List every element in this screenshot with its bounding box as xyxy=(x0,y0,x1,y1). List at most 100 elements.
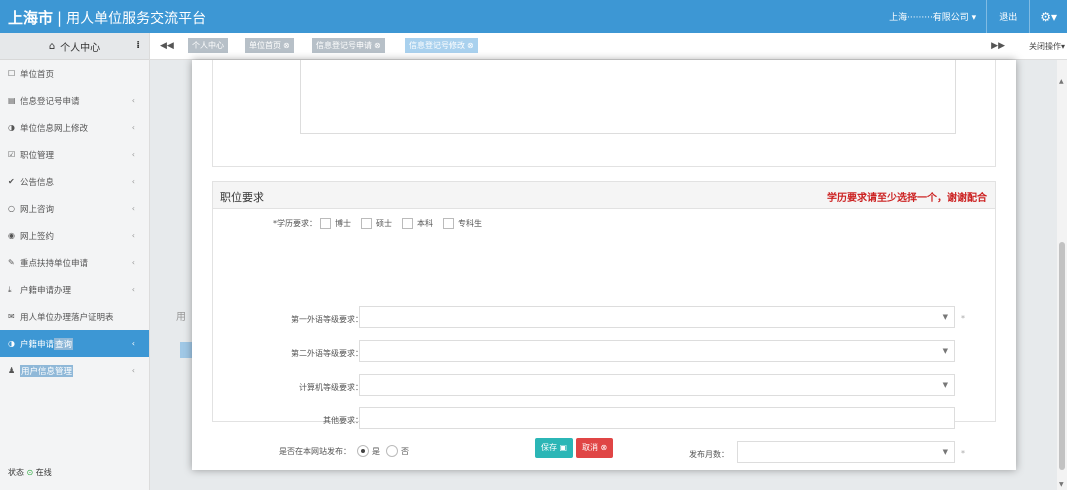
sidebar-item[interactable]: ✔ 公告信息 ‹ xyxy=(0,168,149,195)
chevron-down-icon: ▼ xyxy=(942,313,948,321)
chevron-down-icon: ▼ xyxy=(942,381,948,389)
sidebar-item[interactable]: ◉ 网上签约 ‹ xyxy=(0,222,149,249)
education-warning: 学历要求请至少选择一个，谢谢配合 xyxy=(827,193,987,204)
publish-row: 是否在本网站发布： 是 否 xyxy=(279,445,409,457)
scroll-right-icon[interactable]: ▶▶ xyxy=(991,41,1005,51)
publish-label: 是否在本网站发布： xyxy=(279,446,351,456)
publish-no-radio[interactable] xyxy=(386,445,398,457)
status-dot-icon: ⊙ xyxy=(26,468,34,477)
sidebar-item[interactable]: ◑ 单位信息网上修改 ‹ xyxy=(0,114,149,141)
background-text: 用 xyxy=(176,312,186,323)
job-requirements-panel: 职位要求 学历要求请至少选择一个，谢谢配合 *学历要求： 博士 硕士 本科 专科生 第… xyxy=(212,181,996,463)
tab-close-icon[interactable]: ⊗ xyxy=(467,41,474,50)
online-status: 状态 ⊙ 在线 xyxy=(8,468,52,477)
chevron-left-icon: ‹ xyxy=(131,231,135,240)
lang1-select[interactable]: ▼ xyxy=(359,306,955,328)
doc-icon: ▤ xyxy=(8,96,16,105)
computer-select[interactable]: ▼ xyxy=(359,374,955,396)
pencil-icon: ✎ xyxy=(8,258,15,267)
logo-text: 上海市 xyxy=(8,9,54,27)
user-company[interactable]: 上海·········有限公司 ▾ xyxy=(889,10,976,23)
cancel-button[interactable]: 取消 ⊗ xyxy=(576,438,614,458)
required-marker: * xyxy=(961,449,965,458)
tab[interactable]: 单位首页 ⊗ xyxy=(245,38,294,53)
scrollbar-thumb[interactable] xyxy=(1059,242,1065,470)
months-select[interactable]: ▼ xyxy=(737,441,955,463)
tab[interactable]: 信息登记号申请 ⊗ xyxy=(312,38,385,53)
sidebar-item[interactable]: ☐ 单位首页 xyxy=(0,60,149,87)
top-header: 上海市 | 用人单位服务交流平台 上海·········有限公司 ▾ 退出 ⚙▾ xyxy=(0,0,1067,33)
square-icon: ☐ xyxy=(8,69,16,78)
chevron-left-icon: ‹ xyxy=(131,150,135,159)
publish-yes-radio[interactable] xyxy=(357,445,369,457)
education-option-label: 博士 xyxy=(335,219,351,228)
education-checkbox[interactable] xyxy=(320,218,331,229)
lang2-select[interactable]: ▼ xyxy=(359,340,955,362)
close-ops-menu[interactable]: 关闭操作▾ xyxy=(1029,41,1065,52)
check-icon: ✔ xyxy=(8,177,15,186)
gear-icon[interactable]: ⚙▾ xyxy=(1030,10,1067,24)
education-row: *学历要求： 博士 硕士 本科 专科生 xyxy=(273,218,492,229)
sidebar-item-label: 用人单位办理落户证明表 xyxy=(20,312,114,323)
sidebar-item-user-info[interactable]: ♟ 用户信息管理 ‹ xyxy=(0,357,149,384)
scroll-left-icon[interactable]: ◀◀ xyxy=(160,41,174,51)
chevron-down-icon: ▼ xyxy=(942,448,948,456)
chevron-left-icon: ‹ xyxy=(131,177,135,186)
sidebar-item-label: 职位管理 xyxy=(20,150,55,161)
education-checkbox[interactable] xyxy=(402,218,413,229)
save-button[interactable]: 保存 ▣ xyxy=(535,438,574,458)
sidebar-item-label: 网上签约 xyxy=(20,231,55,242)
tab[interactable]: 信息登记号修改 ⊗ xyxy=(405,38,478,53)
education-checkbox[interactable] xyxy=(443,218,454,229)
tab-label: 单位首页 xyxy=(249,41,281,50)
panel-title: 职位要求 xyxy=(220,191,264,204)
education-option[interactable]: 博士 xyxy=(320,218,351,229)
education-option-label: 专科生 xyxy=(458,219,482,228)
sidebar: ⌂ 个人中心 ⁞ ☐ 单位首页 ▤ 信息登记号申请 ‹ ◑ 单位信息网上修改 ‹ ☑ 职位管理 ‹ ✔… xyxy=(0,33,150,490)
eye-icon: ◉ xyxy=(8,231,15,240)
education-option[interactable]: 本科 xyxy=(402,218,433,229)
description-textarea[interactable] xyxy=(300,60,956,134)
education-option[interactable]: 硕士 xyxy=(361,218,392,229)
close-icon: ⊗ xyxy=(600,443,608,452)
chevron-left-icon: ‹ xyxy=(131,258,135,267)
platform-title: 用人单位服务交流平台 xyxy=(66,11,207,27)
chevron-left-icon: ‹ xyxy=(131,204,135,213)
logout-link[interactable]: 退出 xyxy=(987,10,1029,23)
tab-label: 信息登记号修改 xyxy=(409,41,465,50)
sidebar-item[interactable]: ✎ 重点扶持单位申请 ‹ xyxy=(0,249,149,276)
scroll-down-icon[interactable]: ▼ xyxy=(1059,481,1064,488)
tab-close-icon[interactable]: ⊗ xyxy=(283,41,290,50)
tab-label: 信息登记号申请 xyxy=(316,41,372,50)
education-option-label: 硕士 xyxy=(376,219,392,228)
mail-icon: ✉ xyxy=(8,312,15,321)
lang1-label: 第一外语等级要求： xyxy=(291,315,363,324)
panel-header: 职位要求 学历要求请至少选择一个，谢谢配合 xyxy=(213,182,995,209)
scroll-up-icon[interactable]: ▲ xyxy=(1059,78,1064,85)
vertical-scrollbar[interactable]: ▲ ▼ xyxy=(1057,60,1067,490)
sidebar-header[interactable]: ⌂ 个人中心 ⁞ xyxy=(0,33,149,60)
publish-no-label: 否 xyxy=(401,446,409,456)
sidebar-item[interactable]: ▤ 信息登记号申请 ‹ xyxy=(0,87,149,114)
tab-close-icon[interactable]: ⊗ xyxy=(374,41,381,50)
education-option[interactable]: 专科生 xyxy=(443,218,482,229)
education-checkbox[interactable] xyxy=(361,218,372,229)
sidebar-item[interactable]: ⤓ 户籍申请办理 ‹ xyxy=(0,276,149,303)
required-marker: * xyxy=(961,314,965,323)
education-label: *学历要求： xyxy=(273,219,317,228)
edit-modal: 职位要求 学历要求请至少选择一个，谢谢配合 *学历要求： 博士 硕士 本科 专科生 第… xyxy=(192,60,1016,470)
chevron-left-icon: ‹ xyxy=(131,366,135,375)
sidebar-item-label: 单位信息网上修改 xyxy=(20,123,89,134)
download-icon: ⤓ xyxy=(8,284,12,294)
logo: 上海市 | 用人单位服务交流平台 xyxy=(8,9,207,27)
education-option-label: 本科 xyxy=(417,219,433,228)
tab[interactable]: 个人中心 xyxy=(188,38,228,53)
sidebar-item[interactable]: ☑ 职位管理 ‹ xyxy=(0,141,149,168)
menu-toggle-icon[interactable]: ⁞ xyxy=(136,40,140,51)
chevron-down-icon: ▼ xyxy=(942,347,948,355)
sidebar-item-hukou-query[interactable]: ◑ 户籍申请 查询 ‹ xyxy=(0,330,149,357)
half-circle-icon: ◑ xyxy=(8,123,15,132)
other-requirements-input[interactable] xyxy=(359,407,955,429)
sidebar-item[interactable]: ○ 网上咨询 ‹ xyxy=(0,195,149,222)
sidebar-item[interactable]: ✉ 用人单位办理落户证明表 xyxy=(0,303,149,330)
